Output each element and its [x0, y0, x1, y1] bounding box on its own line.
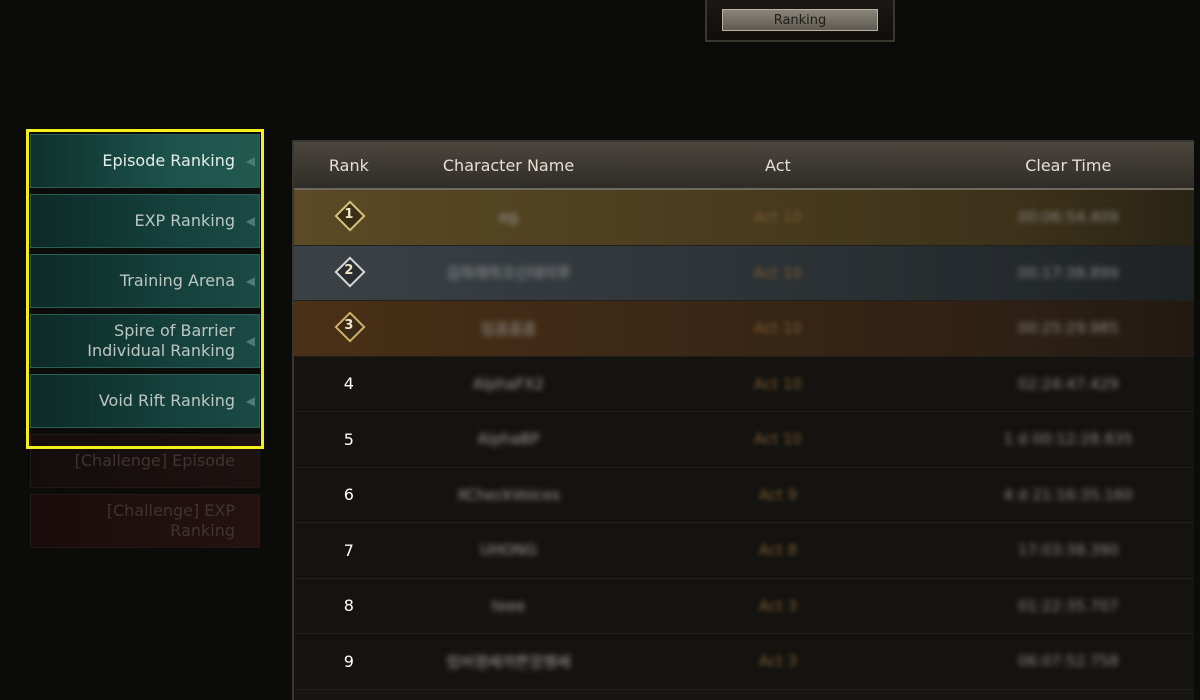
clear-time-cell: 17:03:38.390: [1017, 541, 1119, 560]
table-header: Rank Character Name Act Clear Time: [294, 142, 1194, 190]
rank-cell: 1: [294, 200, 404, 232]
clear-time-cell: 06:07:52.758: [1017, 652, 1119, 671]
table-row[interactable]: 7 UHONG Act 8 17:03:38.390: [294, 523, 1194, 579]
ranking-table: Rank Character Name Act Clear Time 1 eg Ac…: [292, 140, 1194, 700]
page-title: Ranking: [722, 9, 878, 31]
rank-badge-icon: 1: [334, 200, 366, 232]
column-header-act: Act: [765, 155, 791, 175]
rank-cell: 9: [343, 651, 354, 671]
table-row[interactable]: 2 김하래하꼬신데이루 Act 10 00:17:38.899: [294, 245, 1194, 301]
character-name-cell: 럼버잼쎄꺄쁜깜쨍쎄: [446, 652, 571, 671]
menu-item-challenge-exp-ranking[interactable]: [Challenge] EXP Ranking: [30, 494, 260, 548]
character-name-cell: AlphaBP: [477, 430, 540, 449]
rank-number: 2: [344, 262, 354, 278]
act-cell: Act 10: [753, 374, 802, 393]
character-name-cell: 임꼼꼼꼼: [480, 319, 537, 338]
table-row[interactable]: 4 AlphaFX2 Act 10 02:24:47.429: [294, 356, 1194, 412]
menu-item-episode-ranking[interactable]: Episode Ranking ◀: [30, 134, 260, 188]
character-name-cell: eg: [499, 208, 518, 227]
act-cell: Act 10: [753, 263, 802, 282]
column-header-character-name: Character Name: [442, 155, 575, 175]
act-cell: Act 10: [753, 430, 802, 449]
menu-item-label: Training Arena: [119, 271, 235, 290]
menu-item-challenge-episode[interactable]: [Challenge] Episode: [30, 434, 260, 488]
character-name-cell: UHONG: [480, 541, 537, 560]
rank-cell: 4: [343, 374, 354, 394]
character-name-cell: AlphaFX2: [472, 374, 545, 393]
rank-badge-icon: 3: [334, 311, 366, 343]
menu-item-label: EXP Ranking: [134, 211, 235, 230]
rank-cell: 2: [294, 256, 404, 288]
character-name-cell: XCheckVoices: [456, 485, 561, 504]
menu-item-label: Episode Ranking: [102, 151, 235, 170]
act-cell: Act 9: [758, 485, 798, 504]
rank-badge-icon: 2: [334, 256, 366, 288]
menu-item-label: [Challenge] Episode: [74, 451, 235, 470]
act-cell: Act 10: [753, 319, 802, 338]
character-name-cell: teee: [491, 596, 526, 615]
column-header-clear-time: Clear Time: [1025, 155, 1112, 175]
column-header-rank: Rank: [328, 155, 369, 175]
act-cell: Act 8: [758, 541, 798, 560]
clear-time-cell: 4 d 21:16:35.160: [1003, 485, 1133, 504]
chevron-left-icon: ◀: [245, 334, 255, 348]
menu-item-void-rift-ranking[interactable]: Void Rift Ranking ◀: [30, 374, 260, 428]
menu-item-label: Spire of Barrier Individual Ranking: [87, 321, 235, 360]
act-cell: Act 10: [753, 208, 802, 227]
table-row[interactable]: 9 럼버잼쎄꺄쁜깜쨍쎄 Act 3 06:07:52.758: [294, 634, 1194, 690]
clear-time-cell: 00:06:54.409: [1017, 208, 1119, 227]
chevron-left-icon: ◀: [245, 394, 255, 408]
rank-cell: 5: [343, 429, 354, 449]
rank-number: 3: [344, 318, 354, 334]
clear-time-cell: 01:22:35.707: [1017, 596, 1119, 615]
menu-item-label: [Challenge] EXP Ranking: [106, 501, 235, 540]
act-cell: Act 3: [758, 652, 798, 671]
menu-item-training-arena[interactable]: Training Arena ◀: [30, 254, 260, 308]
act-cell: Act 3: [758, 596, 798, 615]
clear-time-cell: 00:25:29.985: [1017, 319, 1119, 338]
chevron-left-icon: ◀: [245, 154, 255, 168]
ranking-category-menu: Episode Ranking ◀ EXP Ranking ◀ Training…: [30, 134, 260, 554]
table-row[interactable]: 5 AlphaBP Act 10 1 d 00:12:28.835: [294, 412, 1194, 468]
menu-item-spire-of-barrier[interactable]: Spire of Barrier Individual Ranking ◀: [30, 314, 260, 368]
chevron-left-icon: ◀: [245, 274, 255, 288]
clear-time-cell: 00:17:38.899: [1017, 263, 1119, 282]
rank-cell: 7: [343, 540, 354, 560]
table-row[interactable]: 3 임꼼꼼꼼 Act 10 00:25:29.985: [294, 301, 1194, 357]
clear-time-cell: 02:24:47.429: [1017, 374, 1119, 393]
table-row[interactable]: 6 XCheckVoices Act 9 4 d 21:16:35.160: [294, 467, 1194, 523]
rank-cell: 6: [343, 485, 354, 505]
table-row[interactable]: 8 teee Act 3 01:22:35.707: [294, 578, 1194, 634]
menu-item-label: Void Rift Ranking: [98, 391, 235, 410]
rank-number: 1: [344, 207, 354, 223]
clear-time-cell: 1 d 00:12:28.835: [1003, 430, 1133, 449]
table-row[interactable]: 1 eg Act 10 00:06:54.409: [294, 190, 1194, 246]
table-body: 1 eg Act 10 00:06:54.409 2 김하래하꼬신데이루 Act 10 00:…: [294, 190, 1194, 690]
rank-cell: 3: [294, 311, 404, 343]
rank-cell: 8: [343, 596, 354, 616]
character-name-cell: 김하래하꼬신데이루: [446, 264, 571, 283]
menu-item-exp-ranking[interactable]: EXP Ranking ◀: [30, 194, 260, 248]
chevron-left-icon: ◀: [245, 214, 255, 228]
